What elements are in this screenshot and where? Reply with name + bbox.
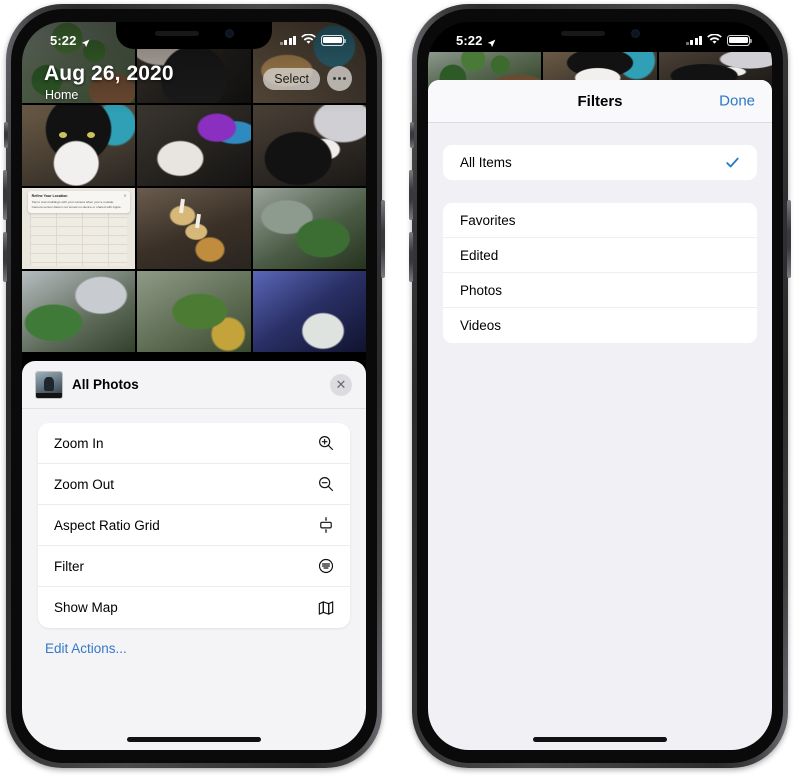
location-arrow-icon xyxy=(487,36,496,47)
grid-photo-tuxedo-cat[interactable] xyxy=(22,105,136,186)
context-menu-header: All Photos ✕ xyxy=(22,361,366,409)
zoom-in-icon xyxy=(316,433,336,453)
filter-row-label: Photos xyxy=(460,282,503,298)
status-time: 5:22 xyxy=(456,32,483,48)
grid-photo-garden-plant[interactable] xyxy=(137,271,251,352)
filters-sheet: Filters Done All Items Favorites Edited … xyxy=(428,80,772,750)
edit-actions-button[interactable]: Edit Actions... xyxy=(45,641,366,656)
map-icon xyxy=(316,598,336,618)
filter-row-label: All Items xyxy=(460,155,512,170)
status-time: 5:22 xyxy=(50,32,77,48)
cellular-bars-icon xyxy=(279,35,296,45)
context-menu-album-title: All Photos xyxy=(72,377,139,392)
filter-row-edited[interactable]: Edited xyxy=(443,238,757,273)
checkmark-icon xyxy=(724,154,741,171)
volume-up-button[interactable] xyxy=(3,170,7,220)
grid-photo-seed-trays[interactable] xyxy=(137,188,251,269)
mute-switch[interactable] xyxy=(4,122,8,148)
menu-item-label: Aspect Ratio Grid xyxy=(54,517,160,533)
menu-item-label: Zoom Out xyxy=(54,476,115,492)
menu-item-zoom-out[interactable]: Zoom Out xyxy=(38,464,350,505)
left-phone-screen: ✕ Refine Your Location Tap to scan build… xyxy=(22,22,366,750)
filter-row-favorites[interactable]: Favorites xyxy=(443,203,757,238)
menu-item-show-map[interactable]: Show Map xyxy=(38,587,350,628)
left-home-indicator[interactable] xyxy=(127,737,261,742)
filter-row-label: Favorites xyxy=(460,212,516,228)
context-menu-actions-card: Zoom In Zoom Out Aspect Ratio Grid Filte… xyxy=(38,423,350,628)
front-camera-icon xyxy=(630,29,640,38)
toast-title: Refine Your Location xyxy=(31,194,68,199)
status-indicators xyxy=(685,32,753,48)
filter-row-label: Edited xyxy=(460,247,499,263)
menu-item-aspect-ratio-grid[interactable]: Aspect Ratio Grid xyxy=(38,505,350,546)
done-button[interactable]: Done xyxy=(719,93,755,110)
filters-selected-group: All Items xyxy=(443,145,757,180)
wifi-icon xyxy=(707,32,722,48)
grid-photo-blue-bin[interactable] xyxy=(252,271,366,352)
power-button[interactable] xyxy=(787,200,791,278)
screenshot-stage: ✕ Refine Your Location Tap to scan build… xyxy=(0,0,800,778)
toast-close-icon: ✕ xyxy=(123,193,127,199)
album-thumbnail-icon xyxy=(36,371,62,398)
battery-icon xyxy=(727,34,753,46)
grid-photo-cat-laptop[interactable] xyxy=(252,105,366,186)
status-time-group: 5:22 xyxy=(456,33,496,48)
filters-nav-bar: Filters Done xyxy=(428,80,772,123)
zoom-out-icon xyxy=(316,474,336,494)
photos-header-actions: Select xyxy=(263,66,352,91)
mute-switch[interactable] xyxy=(410,122,414,148)
photos-location-label: Home xyxy=(45,88,79,102)
front-camera-icon xyxy=(224,29,234,38)
battery-icon xyxy=(321,34,347,46)
refine-location-toast: ✕ Refine Your Location Tap to scan build… xyxy=(27,191,130,214)
menu-item-filter[interactable]: Filter xyxy=(38,546,350,587)
power-button[interactable] xyxy=(381,200,385,278)
volume-down-button[interactable] xyxy=(3,232,7,282)
status-indicators xyxy=(279,32,347,48)
cellular-bars-icon xyxy=(685,35,702,45)
select-button[interactable]: Select xyxy=(263,67,320,90)
filter-icon xyxy=(316,556,336,576)
close-icon[interactable]: ✕ xyxy=(330,373,352,396)
filter-row-label: Videos xyxy=(460,318,502,333)
ellipsis-icon[interactable] xyxy=(327,66,352,91)
left-notch xyxy=(116,22,272,49)
menu-item-zoom-in[interactable]: Zoom In xyxy=(38,423,350,464)
grid-photo-window-plants[interactable] xyxy=(22,271,136,352)
status-time-group: 5:22 xyxy=(50,33,90,48)
volume-up-button[interactable] xyxy=(409,170,413,220)
wifi-icon xyxy=(301,32,316,48)
filter-row-photos[interactable]: Photos xyxy=(443,273,757,308)
right-phone-screen: 5:22 Filters Done All Items Favorites Ed… xyxy=(428,22,772,750)
filters-title: Filters xyxy=(577,92,623,110)
filters-options-group: Favorites Edited Photos Videos xyxy=(443,203,757,343)
grid-photo-ferns[interactable] xyxy=(252,188,366,269)
filter-row-videos[interactable]: Videos xyxy=(443,308,757,343)
volume-down-button[interactable] xyxy=(409,232,413,282)
right-home-indicator[interactable] xyxy=(533,737,667,742)
filter-row-all-items[interactable]: All Items xyxy=(443,145,757,180)
right-phone-bezel: 5:22 Filters Done All Items Favorites Ed… xyxy=(417,9,783,763)
left-phone-bezel: ✕ Refine Your Location Tap to scan build… xyxy=(11,9,377,763)
menu-item-label: Zoom In xyxy=(54,435,104,451)
toast-body: Tap to scan buildings with your camera w… xyxy=(31,200,122,209)
right-notch xyxy=(522,22,678,49)
left-iphone-frame: ✕ Refine Your Location Tap to scan build… xyxy=(3,4,385,768)
location-arrow-icon xyxy=(81,36,90,47)
earpiece-speaker xyxy=(154,31,199,36)
aspect-ratio-grid-icon xyxy=(316,515,336,535)
right-iphone-frame: 5:22 Filters Done All Items Favorites Ed… xyxy=(409,4,791,768)
grid-photo-screenshot-map[interactable]: ✕ Refine Your Location Tap to scan build… xyxy=(22,188,136,269)
photos-context-menu-sheet: All Photos ✕ Zoom In Zoom Out Aspect Rat… xyxy=(22,361,366,750)
earpiece-speaker xyxy=(560,31,605,36)
menu-item-label: Show Map xyxy=(54,600,118,615)
grid-photo-desk-setup[interactable] xyxy=(137,105,251,186)
menu-item-label: Filter xyxy=(54,558,84,574)
photos-date-title: Aug 26, 2020 xyxy=(44,62,174,85)
